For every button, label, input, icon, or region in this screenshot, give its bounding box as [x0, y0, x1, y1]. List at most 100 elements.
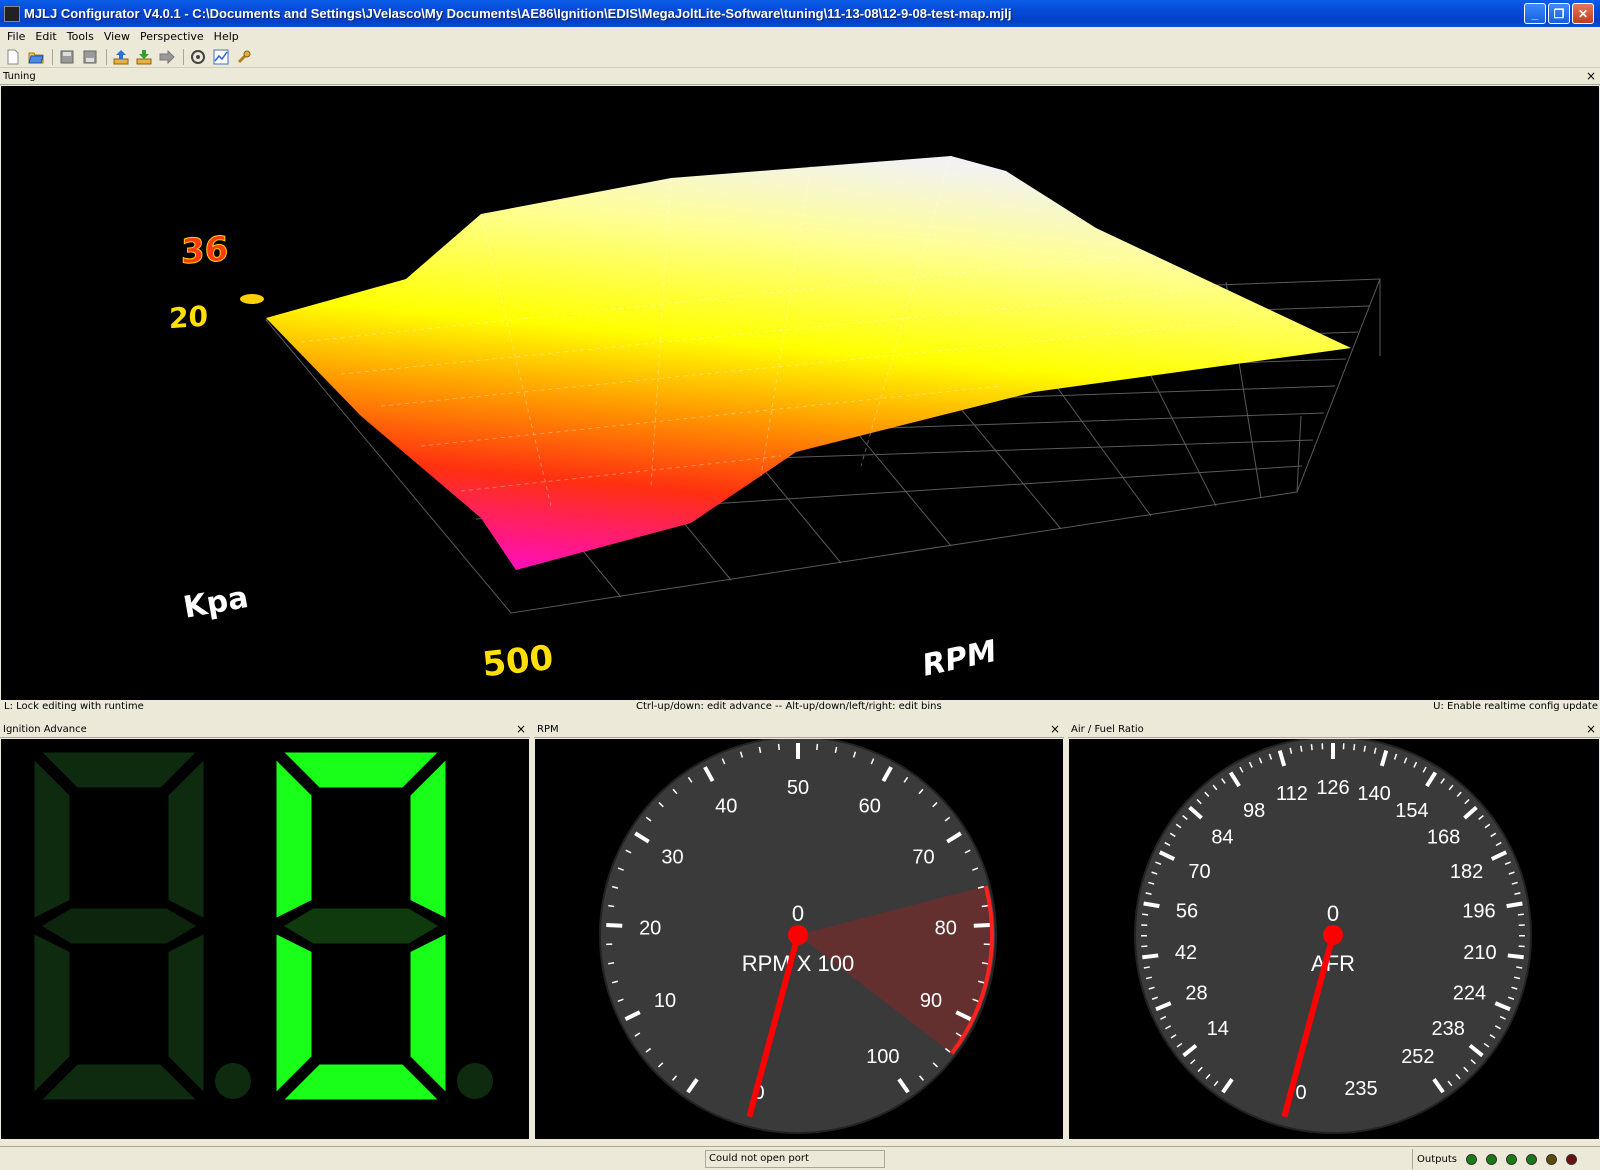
afr-close-button[interactable]: × — [1586, 722, 1596, 736]
segment — [273, 753, 315, 923]
toolbar-separator — [52, 48, 53, 65]
segment — [35, 749, 203, 791]
rpm-gauge-panel: 10 20 30 40 50 60 70 80 90 100 0 0 RPM X 100 — [535, 736, 1063, 1139]
output-led — [1465, 1153, 1477, 1165]
afr-panel-title: Air / Fuel Ratio — [1071, 723, 1144, 735]
status-bar: Could not open port Outputs — [0, 1146, 1600, 1170]
decimal-point — [215, 1063, 251, 1099]
major-tick — [973, 922, 990, 928]
minor-tick — [1300, 745, 1303, 752]
close-button[interactable]: ✕ — [1572, 3, 1594, 24]
tuning-hint-center: Ctrl-up/down: edit advance -- Alt-up/dow… — [636, 701, 942, 712]
segment — [407, 753, 449, 923]
rpm-panel-title: RPM — [537, 723, 559, 735]
ignition-close-button[interactable]: × — [516, 722, 526, 736]
segment — [278, 905, 444, 947]
gauge-zero-label: 0 — [1295, 1082, 1306, 1104]
output-led — [1545, 1153, 1557, 1165]
config-icon[interactable] — [189, 48, 207, 66]
output-led — [1525, 1153, 1537, 1165]
segment — [165, 929, 207, 1099]
tuning-3d-surface[interactable]: 36 20 Kpa 500 RPM — [1, 86, 1599, 700]
chart-icon[interactable] — [212, 48, 230, 66]
minor-tick — [981, 904, 988, 908]
gauge-label: 42 — [1175, 942, 1197, 964]
wrench-icon[interactable] — [235, 48, 253, 66]
outputs-label: Outputs — [1417, 1153, 1457, 1165]
gauge-value: 0 — [792, 901, 804, 926]
minor-tick — [816, 743, 819, 751]
menu-tools[interactable]: Tools — [62, 30, 99, 43]
ignition-surface — [266, 156, 1351, 570]
tuning-hint-left: L: Lock editing with runtime — [4, 701, 144, 712]
rpm-close-button[interactable]: × — [1050, 722, 1060, 736]
menu-bar: File Edit Tools View Perspective Help — [0, 27, 1600, 46]
z-axis-label: Kpa — [181, 580, 251, 626]
major-tick — [606, 922, 623, 928]
output-led — [1485, 1153, 1497, 1165]
x-min-tick: 500 — [480, 638, 555, 685]
minor-tick — [1353, 744, 1356, 751]
menu-view[interactable]: View — [99, 30, 135, 43]
gauge-label: 252 — [1401, 1046, 1434, 1068]
needle-hub — [1323, 925, 1343, 945]
minor-tick — [1143, 966, 1150, 969]
major-tick — [1506, 901, 1523, 909]
menu-file[interactable]: File — [2, 30, 30, 43]
restore-button[interactable]: ❐ — [1548, 3, 1570, 24]
segment — [277, 1061, 445, 1103]
gauge-label: 20 — [639, 917, 661, 939]
gauge-unit: RPM X 100 — [742, 951, 855, 976]
minor-tick — [608, 904, 615, 908]
gauge-label: 224 — [1453, 982, 1486, 1004]
gauge-label: 40 — [715, 796, 737, 818]
menu-help[interactable]: Help — [209, 30, 244, 43]
segment — [165, 753, 207, 923]
gauge-unit: AFR — [1311, 951, 1355, 976]
decimal-point — [457, 1063, 493, 1099]
major-tick — [1143, 901, 1160, 909]
save-icon[interactable] — [58, 48, 76, 66]
minor-tick — [1517, 913, 1524, 916]
major-tick — [1507, 953, 1524, 960]
upload-icon[interactable] — [112, 48, 130, 66]
gauge-label: 80 — [935, 917, 957, 939]
gauge-label: 56 — [1176, 901, 1198, 923]
cursor-marker — [240, 294, 264, 304]
status-message: Could not open port — [705, 1150, 885, 1168]
gauge-value: 0 — [1327, 901, 1339, 926]
tuning-hint-right: U: Enable realtime config update — [1433, 701, 1598, 712]
segment — [35, 1061, 203, 1103]
tuning-close-button[interactable]: × — [1586, 69, 1596, 83]
minimize-button[interactable]: _ — [1524, 3, 1546, 24]
gauge-label: 140 — [1357, 783, 1390, 805]
ignition-panel-title: Ignition Advance — [3, 723, 87, 735]
x-axis-label: RPM — [919, 634, 1000, 684]
output-led — [1565, 1153, 1577, 1165]
minor-tick — [1516, 966, 1523, 969]
menu-perspective[interactable]: Perspective — [135, 30, 209, 43]
gauge-label: 154 — [1395, 800, 1428, 822]
minor-tick — [1310, 744, 1313, 751]
gauge-label: 50 — [787, 777, 809, 799]
z-min-tick: 20 — [169, 300, 208, 336]
menu-edit[interactable]: Edit — [30, 30, 61, 43]
afr-gauge-panel: 14 28 42 56 70 84 98 112 126 140 154 168 182 196 210 22… — [1069, 736, 1599, 1139]
gauge-label: 235 — [1344, 1078, 1377, 1100]
gauge-label: 90 — [920, 990, 942, 1012]
ignition-panel-header: Ignition Advance × — [0, 721, 530, 738]
z-max-tick: 36 — [181, 229, 228, 272]
new-file-icon[interactable] — [4, 48, 22, 66]
download-icon[interactable] — [135, 48, 153, 66]
window-title: MJLJ Configurator V4.0.1 - C:\Documents … — [24, 6, 1012, 21]
gauge-label: 100 — [866, 1046, 899, 1068]
gauge-label: 60 — [859, 796, 881, 818]
open-folder-icon[interactable] — [27, 48, 45, 66]
gauge-label: 196 — [1462, 901, 1495, 923]
seven-segment-digit-1 — [31, 749, 251, 1103]
seven-segment-digit-2 — [273, 749, 493, 1103]
minor-tick — [1363, 745, 1366, 752]
gauge-label: 84 — [1211, 827, 1233, 849]
forward-icon[interactable] — [158, 48, 176, 66]
save-all-icon[interactable] — [81, 48, 99, 66]
